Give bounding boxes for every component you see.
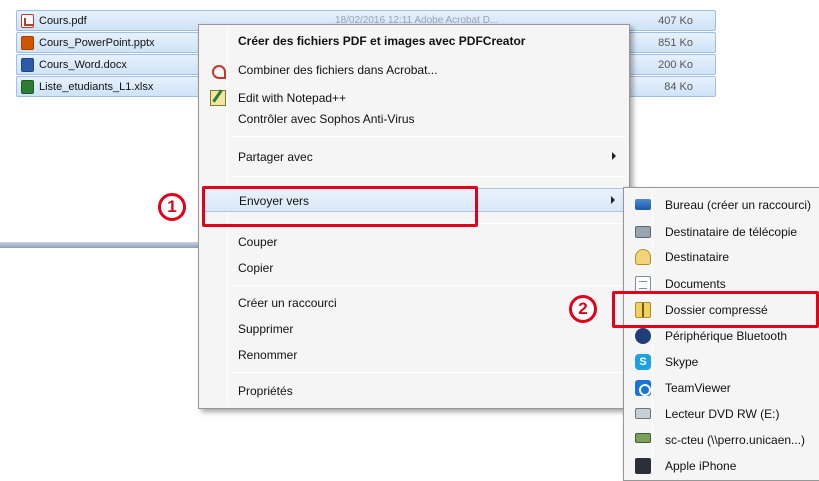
menu-item-sophos[interactable]: Contrôler avec Sophos Anti-Virus	[202, 107, 626, 131]
menu-item-combine-acrobat[interactable]: Combiner des fichiers dans Acrobat...	[202, 58, 626, 82]
menu-item-label: Edit with Notepad++	[238, 91, 347, 105]
send-to-mail-recipient[interactable]: Destinataire	[627, 245, 819, 269]
menu-separator	[232, 136, 625, 137]
menu-item-copier[interactable]: Copier	[202, 256, 626, 280]
submenu-arrow-icon	[612, 152, 616, 160]
menu-item-renommer[interactable]: Renommer	[202, 343, 626, 367]
powerpoint-file-icon	[21, 36, 34, 50]
menu-item-creer-raccourci[interactable]: Créer un raccourci	[202, 291, 626, 315]
acrobat-icon	[210, 62, 226, 79]
send-to-desktop[interactable]: Bureau (créer un raccourci)	[627, 193, 819, 217]
file-size: 84 Ko	[664, 81, 693, 93]
teamviewer-icon	[635, 380, 651, 396]
mail-icon	[635, 249, 651, 265]
menu-item-proprietes[interactable]: Propriétés	[202, 379, 626, 403]
skype-icon: S	[635, 354, 651, 370]
send-to-submenu: Bureau (créer un raccourci) Destinataire…	[623, 187, 819, 481]
submenu-item-label: Documents	[665, 277, 726, 291]
file-name: Cours_PowerPoint.pptx	[39, 37, 155, 49]
menu-separator	[232, 176, 625, 177]
send-to-iphone[interactable]: Apple iPhone	[627, 454, 819, 478]
send-to-dvd-drive[interactable]: Lecteur DVD RW (E:)	[627, 402, 819, 426]
submenu-item-label: Destinataire de télécopie	[665, 225, 798, 239]
menu-separator	[232, 285, 625, 286]
file-size: 407 Ko	[658, 15, 693, 27]
send-to-skype[interactable]: S Skype	[627, 350, 819, 374]
file-size: 851 Ko	[658, 37, 693, 49]
notepad-icon	[210, 90, 226, 106]
menu-item-supprimer[interactable]: Supprimer	[202, 317, 626, 341]
menu-item-label: Copier	[238, 261, 274, 275]
menu-separator	[232, 372, 625, 373]
documents-icon	[635, 276, 651, 292]
menu-item-partager-avec[interactable]: Partager avec	[202, 145, 626, 169]
submenu-item-label: Périphérique Bluetooth	[665, 329, 788, 343]
pdf-file-icon	[21, 14, 34, 28]
menu-item-pdfcreator[interactable]: Créer des fichiers PDF et images avec PD…	[202, 29, 626, 53]
menu-item-label: Créer un raccourci	[238, 296, 337, 310]
submenu-item-label: Destinataire	[665, 250, 730, 264]
menu-item-label: Couper	[238, 235, 278, 249]
submenu-item-label: Apple iPhone	[665, 459, 737, 473]
submenu-item-label: Bureau (créer un raccourci)	[665, 198, 812, 212]
menu-item-label: Contrôler avec Sophos Anti-Virus	[238, 112, 415, 126]
dvd-drive-icon	[635, 408, 651, 419]
menu-item-label: Combiner des fichiers dans Acrobat...	[238, 63, 438, 77]
file-name: Cours_Word.docx	[39, 59, 127, 71]
file-name: Liste_etudiants_L1.xlsx	[39, 81, 154, 93]
submenu-arrow-icon	[611, 196, 615, 204]
submenu-item-label: Skype	[665, 355, 699, 369]
desktop-icon	[635, 199, 651, 210]
submenu-item-label: sc-cteu (\\perro.unicaen...)	[665, 433, 806, 447]
send-to-network-drive[interactable]: sc-cteu (\\perro.unicaen...)	[627, 428, 819, 452]
envoyer-vers-highlight	[202, 186, 478, 227]
send-to-fax[interactable]: Destinataire de télécopie	[627, 220, 819, 244]
menu-item-label: Supprimer	[238, 322, 294, 336]
send-to-teamviewer[interactable]: TeamViewer	[627, 376, 819, 400]
menu-item-couper[interactable]: Couper	[202, 230, 626, 254]
step-1-callout: 1	[158, 193, 186, 221]
menu-item-label: Partager avec	[238, 150, 313, 164]
submenu-item-label: Lecteur DVD RW (E:)	[665, 407, 780, 421]
menu-item-label: Renommer	[238, 348, 298, 362]
network-drive-icon	[635, 433, 651, 443]
dossier-compresse-highlight	[612, 291, 819, 328]
step-2-callout: 2	[569, 295, 597, 323]
file-name: Cours.pdf	[39, 15, 87, 27]
menu-item-label: Propriétés	[238, 384, 293, 398]
menu-item-label: Créer des fichiers PDF et images avec PD…	[238, 34, 526, 48]
fax-icon	[635, 226, 651, 238]
file-size: 200 Ko	[658, 59, 693, 71]
bluetooth-icon	[635, 328, 651, 344]
submenu-item-label: TeamViewer	[665, 381, 731, 395]
word-file-icon	[21, 58, 34, 72]
iphone-icon	[635, 458, 651, 474]
excel-file-icon	[21, 80, 34, 94]
